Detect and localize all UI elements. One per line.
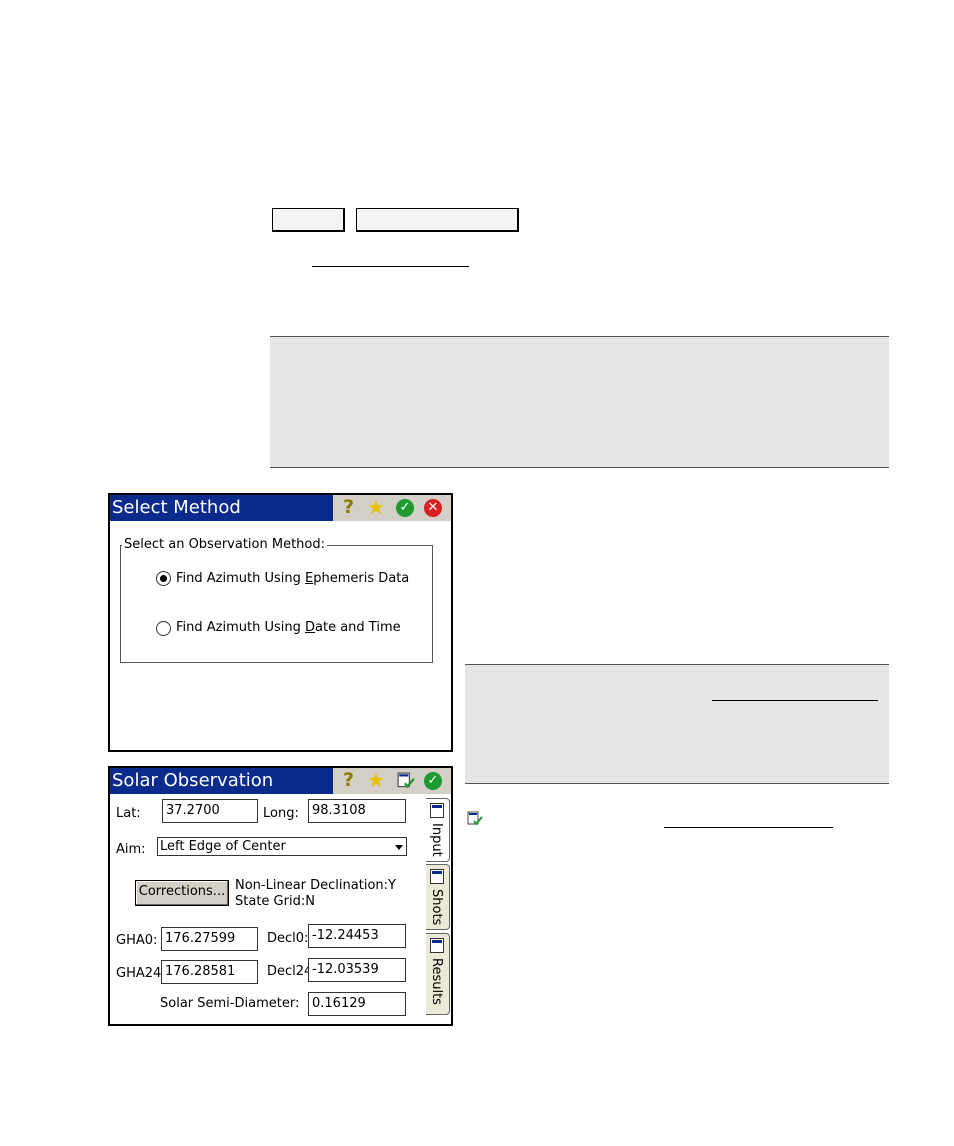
gha24-label: GHA24: [116, 966, 162, 981]
tab-results[interactable]: Results: [426, 933, 450, 1015]
gha0-label: GHA0:: [116, 933, 158, 948]
aim-label: Aim:: [116, 842, 146, 857]
date-time-radio-label[interactable]: Find Azimuth Using Date and Time: [176, 620, 401, 635]
aim-select[interactable]: Left Edge of Center: [157, 837, 407, 856]
favorite-star-icon[interactable]: ★: [367, 768, 385, 792]
decl24-label: Decl24: [267, 964, 313, 979]
tab-shots[interactable]: Shots: [426, 864, 450, 930]
chevron-down-icon: [395, 845, 403, 850]
ok-check-icon[interactable]: ✓: [396, 499, 414, 517]
titlebar-icons: ? ★ ✓ ✕: [333, 495, 451, 521]
window-title: Solar Observation: [112, 770, 274, 791]
lat-field[interactable]: 37.2700: [162, 799, 258, 823]
long-field[interactable]: 98.3108: [308, 799, 406, 823]
doc-link-underline[interactable]: [312, 266, 469, 267]
tab-input[interactable]: Input: [426, 798, 450, 862]
vertical-tab-strip: Input Shots Results: [426, 798, 451, 1024]
group-label: Select an Observation Method:: [122, 537, 328, 552]
decl0-label: Decl0:: [267, 931, 309, 946]
ephemeris-radio-label[interactable]: Find Azimuth Using Ephemeris Data: [176, 571, 409, 586]
observation-method-group: [120, 545, 433, 663]
tab-input-label: Input: [429, 823, 444, 857]
crumb-box-1[interactable]: [272, 208, 345, 232]
nonlinear-declination-text: Non-Linear Declination:Y: [235, 878, 396, 893]
window-title: Select Method: [112, 497, 241, 518]
decl24-field[interactable]: -12.03539: [308, 958, 406, 982]
note-link-underline[interactable]: [712, 700, 878, 701]
aim-select-value: Left Edge of Center: [160, 839, 286, 854]
close-icon[interactable]: ✕: [424, 499, 442, 517]
decl0-field[interactable]: -12.24453: [308, 924, 406, 948]
select-method-window: Select Method ? ★ ✓ ✕ Select an Observat…: [108, 493, 453, 752]
gha24-field[interactable]: 176.28581: [161, 960, 258, 984]
help-icon[interactable]: ?: [343, 496, 354, 518]
results-tab-icon: [430, 938, 444, 953]
tab-results-label: Results: [429, 958, 444, 1005]
date-time-radio[interactable]: [156, 621, 171, 636]
note-box-right: [465, 664, 889, 784]
corrections-button-label: Corrections...: [138, 884, 226, 899]
ok-check-icon[interactable]: ✓: [424, 772, 442, 790]
tab-shots-label: Shots: [429, 889, 444, 926]
solar-semidiameter-field[interactable]: 0.16129: [308, 992, 406, 1016]
doc-link-underline-2[interactable]: [664, 827, 833, 828]
lat-label: Lat:: [116, 806, 141, 821]
corrections-button[interactable]: Corrections...: [135, 880, 229, 906]
long-label: Long:: [263, 806, 299, 821]
ephemeris-radio[interactable]: [156, 571, 171, 586]
calculate-icon[interactable]: [397, 772, 415, 790]
state-grid-text: State Grid:N: [235, 894, 315, 909]
title-bar: Solar Observation ? ★ ✓: [110, 768, 451, 794]
help-icon[interactable]: ?: [343, 769, 354, 791]
title-bar: Select Method ? ★ ✓ ✕: [110, 495, 451, 521]
favorite-star-icon[interactable]: ★: [367, 495, 385, 519]
titlebar-icons: ? ★ ✓: [333, 768, 451, 794]
shots-tab-icon: [430, 869, 444, 884]
input-tab-icon: [430, 803, 444, 818]
note-box-top: [270, 336, 889, 468]
solar-semidiameter-label: Solar Semi-Diameter:: [160, 996, 300, 1011]
solar-observation-window: Solar Observation ? ★ ✓ Lat: 37.2700 Lon…: [108, 766, 453, 1026]
crumb-box-2[interactable]: [356, 208, 519, 232]
calculate-icon: [467, 811, 483, 827]
gha0-field[interactable]: 176.27599: [161, 927, 258, 951]
